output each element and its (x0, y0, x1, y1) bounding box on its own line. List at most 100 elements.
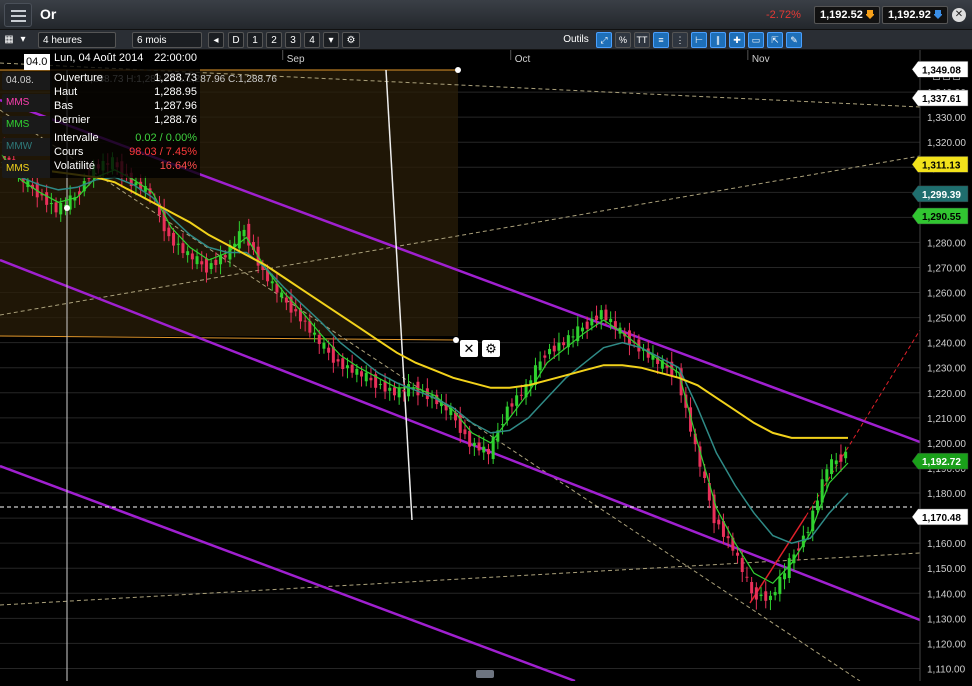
candle-body (341, 358, 345, 369)
info-label: Cours (54, 146, 84, 158)
candle-body (844, 451, 848, 459)
y-tick-label: 1,120.00 (927, 639, 966, 650)
support-line[interactable] (0, 335, 459, 341)
y-tick-label: 1,250.00 (927, 314, 966, 325)
candle-body (270, 281, 274, 284)
marker-tool-icon[interactable]: ⊢ (691, 32, 707, 48)
candle-body (200, 261, 204, 265)
candle-body (172, 232, 176, 246)
candle-body (186, 251, 190, 256)
info-tooltip: Lun, 04 Août 2014 22:00:00 Ouverture 1,288… (50, 50, 200, 178)
price-label-text: 1,192.72 (922, 457, 961, 468)
range-button-d[interactable]: D (228, 32, 244, 48)
legend-item[interactable]: MMS (2, 160, 52, 178)
scroll-handle[interactable] (476, 670, 494, 678)
candle-body (740, 557, 744, 572)
range-button-4[interactable]: 4 (304, 32, 320, 48)
back-button[interactable]: ◂ (208, 32, 224, 48)
y-tick-label: 1,150.00 (927, 564, 966, 575)
candle-body (397, 387, 401, 398)
range-button-3[interactable]: 3 (285, 32, 301, 48)
gear-icon[interactable]: ⚙ (342, 32, 360, 48)
drawing-handle[interactable] (455, 67, 461, 73)
close-icon[interactable]: ✕ (464, 341, 475, 356)
line-tool-icon[interactable]: ⤢ (596, 32, 612, 48)
candle-body (214, 259, 218, 265)
candle-body (472, 442, 476, 446)
channel-tool-icon[interactable]: ∥ (710, 32, 726, 48)
candle-body (726, 536, 730, 539)
y-tick-label: 1,220.00 (927, 389, 966, 400)
legend-item[interactable]: MMW (2, 138, 52, 156)
candle-body (369, 377, 373, 381)
candle-body (378, 384, 382, 386)
info-row-course: Cours 98.03 / 7.45% (54, 146, 197, 160)
candle-body (360, 371, 364, 377)
candle-body (294, 309, 298, 312)
text-tool[interactable]: TT (634, 32, 650, 48)
candle-body (750, 582, 754, 594)
hamburger-icon (11, 10, 26, 12)
y-tick-label: 1,200.00 (927, 439, 966, 450)
candle-body (350, 364, 354, 373)
percent-tool[interactable]: % (615, 32, 631, 48)
wrench-icon[interactable]: ✎ (786, 32, 802, 48)
chart-type-button[interactable]: ▾ (323, 32, 339, 48)
candle-body (543, 355, 547, 358)
fib-tool-icon[interactable]: ⋮ (672, 32, 688, 48)
calendar-icon[interactable]: ▦ (3, 32, 15, 48)
y-tick-label: 1,240.00 (927, 339, 966, 350)
price-label-text: 1,290.55 (922, 212, 961, 223)
drawing-handle[interactable] (453, 337, 459, 343)
ask-quote[interactable]: 1,192.92 (882, 6, 948, 24)
y-tick-label: 1,210.00 (927, 414, 966, 425)
info-date: Lun, 04 Août 2014 (54, 52, 144, 64)
candle-body (355, 368, 359, 375)
candle-body (181, 243, 185, 254)
legend-item[interactable]: MMS (2, 94, 52, 112)
period-label: 6 mois (137, 35, 167, 46)
x-tick-label: Oct (515, 54, 531, 65)
chevron-down-icon[interactable]: ▾ (18, 32, 28, 48)
tools-label: Outils (563, 34, 589, 45)
interval-select[interactable]: 4 heures (38, 32, 116, 48)
legend-item[interactable]: 04.08. (2, 72, 52, 90)
candle-body (190, 253, 194, 260)
cross-tool-icon[interactable]: ✚ (729, 32, 745, 48)
candle-body (322, 342, 326, 349)
candle-body (815, 500, 819, 511)
info-value: 1,288.95 (154, 86, 197, 98)
range-button-2[interactable]: 2 (266, 32, 282, 48)
legend-item[interactable]: MMS (2, 116, 52, 134)
candle-body (773, 592, 777, 596)
change-percent: -2.72% (766, 9, 801, 21)
candle-body (515, 395, 519, 406)
candle-body (317, 334, 321, 344)
price-label-text: 1,299.39 (922, 190, 961, 201)
candle-body (787, 558, 791, 579)
candle-body (717, 519, 721, 525)
candle-body (764, 591, 768, 601)
range-button-1[interactable]: 1 (247, 32, 263, 48)
gear-icon[interactable]: ⚙ (485, 341, 497, 356)
cursor-tool-icon[interactable]: ⇱ (767, 32, 783, 48)
candle-body (580, 327, 584, 332)
candle-body (604, 309, 608, 321)
rect-tool-icon[interactable]: ▭ (748, 32, 764, 48)
trend-line-dashed[interactable] (0, 552, 921, 606)
channel-line-lower[interactable] (0, 464, 576, 683)
candle-body (745, 576, 749, 578)
candle-body (468, 430, 472, 447)
period-select[interactable]: 6 mois (132, 32, 202, 48)
info-value: 98.03 / 7.45% (129, 146, 197, 158)
close-icon[interactable]: ✕ (952, 8, 966, 22)
candle-body (237, 231, 241, 249)
hline-tool-icon[interactable]: ≡ (653, 32, 669, 48)
candle-body (557, 342, 561, 351)
y-tick-label: 1,180.00 (927, 489, 966, 500)
candle-body (768, 595, 772, 601)
candle-body (783, 573, 787, 580)
interval-label: 4 heures (43, 35, 82, 46)
menu-button[interactable] (4, 3, 32, 27)
bid-quote[interactable]: 1,192.52 (814, 6, 880, 24)
